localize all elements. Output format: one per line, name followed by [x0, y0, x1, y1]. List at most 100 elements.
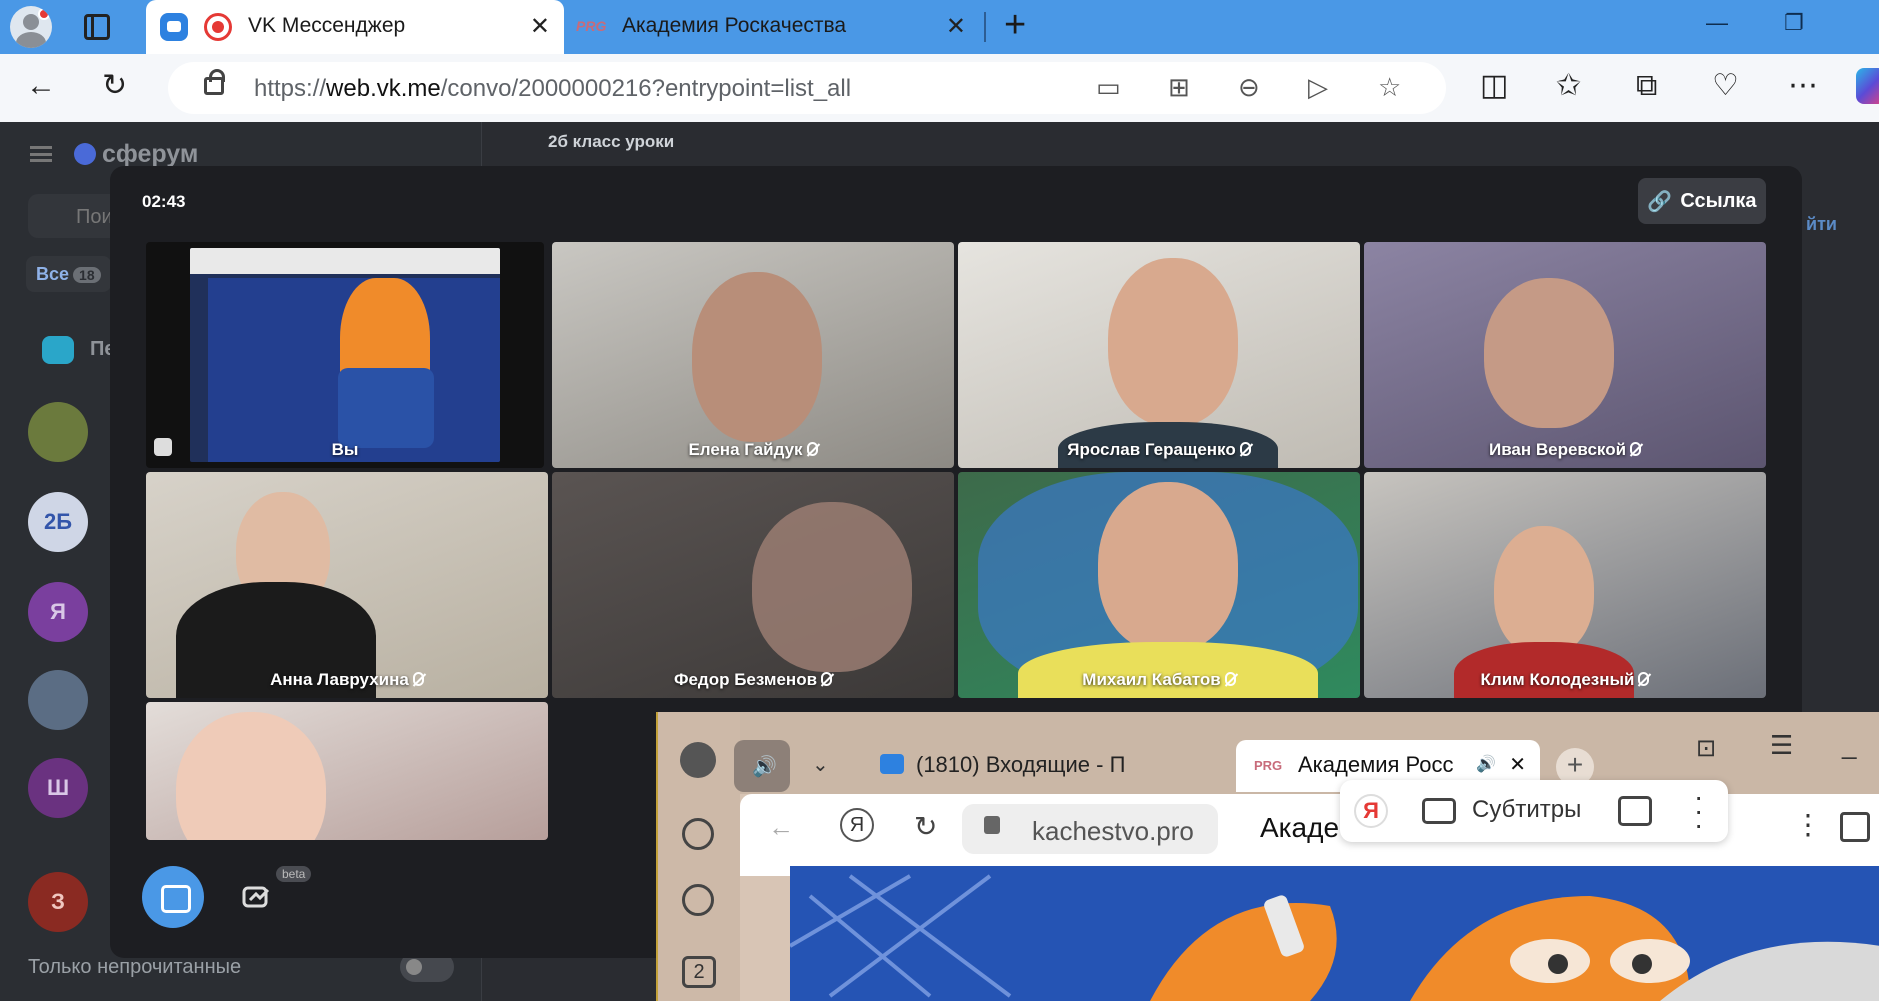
mic-muted-icon	[412, 672, 424, 686]
profile-head	[23, 14, 39, 30]
prg-favicon: PRG	[1254, 758, 1283, 773]
participant-tile[interactable]: Михаил Кабатов	[958, 472, 1360, 698]
participant-video	[1098, 482, 1238, 652]
tab-title: Академия Роскачества	[622, 14, 847, 37]
vk-messenger-favicon	[160, 13, 188, 41]
filter-all[interactable]: Все 18	[26, 256, 111, 292]
speaker-icon: 🔊	[752, 756, 777, 778]
audio-tab-button[interactable]: 🔊	[734, 740, 790, 792]
tab-actions-icon[interactable]	[84, 14, 110, 40]
picture-in-picture-icon[interactable]	[1618, 796, 1652, 826]
profile-shoulders	[16, 32, 46, 48]
chat-title[interactable]: 2б класс уроки	[548, 132, 674, 152]
minimize-icon[interactable]: —	[1706, 10, 1728, 36]
tab-vk-messenger[interactable]: VK Мессенджер ✕	[146, 0, 564, 54]
mic-muted-icon	[1239, 442, 1251, 456]
more-options-icon[interactable]: ⋮	[1794, 808, 1822, 841]
join-link[interactable]: йти	[1806, 214, 1837, 235]
tab-roskachestvo[interactable]: PRG Академия Роскачества ✕	[570, 0, 980, 54]
tab-close-icon[interactable]: ✕	[530, 12, 550, 41]
participant-name: Клим Колодезный	[1364, 670, 1766, 690]
more-menu-icon[interactable]: ⋯	[1788, 68, 1818, 104]
bookmarks-icon[interactable]: ⊡	[1696, 734, 1716, 763]
collections-icon[interactable]: ⧉	[1636, 68, 1657, 104]
back-arrow-icon[interactable]: ←	[768, 812, 794, 843]
yandex-logo-icon[interactable]: Я	[1354, 794, 1388, 828]
read-aloud-icon[interactable]: ▷	[1308, 72, 1328, 103]
participant-tile-self[interactable]: Вы	[146, 242, 544, 468]
tab-mail[interactable]: (1810) Входящие - П	[916, 752, 1125, 778]
url-text[interactable]: https://web.vk.me/convo/2000000216?entry…	[254, 75, 851, 103]
yandex-home-icon[interactable]: Я	[840, 808, 874, 842]
history-icon[interactable]	[682, 818, 714, 850]
recording-icon	[204, 13, 232, 41]
apps-icon[interactable]: ⊞	[1168, 72, 1190, 103]
convo-avatar-ya[interactable]: Я	[28, 582, 88, 642]
browser-essentials-icon[interactable]: ♡	[1712, 68, 1739, 104]
convo-avatar-sh[interactable]: Ш	[28, 758, 88, 818]
split-screen-icon[interactable]: ◫	[1480, 68, 1508, 104]
sferum-logo-icon	[74, 143, 96, 165]
refresh-icon[interactable]: ↻	[914, 810, 937, 843]
menu-icon[interactable]	[30, 146, 52, 162]
pinned-chat-icon	[42, 336, 74, 364]
participant-video	[1484, 278, 1614, 428]
participant-name: Михаил Кабатов	[958, 670, 1360, 690]
unread-only-label: Только непрочитанные	[28, 956, 242, 978]
mic-muted-icon	[1224, 672, 1236, 686]
camera-icon[interactable]: ▭	[1096, 72, 1121, 103]
profile-icon[interactable]	[680, 742, 716, 778]
effects-icon[interactable]	[242, 884, 274, 910]
refresh-icon[interactable]: ↻	[102, 68, 127, 104]
restore-icon[interactable]: ❐	[1784, 10, 1804, 36]
tab-close-icon[interactable]: ✕	[1509, 752, 1526, 777]
tab-close-icon[interactable]: ✕	[946, 12, 966, 41]
window-minimize-icon[interactable]: _	[1842, 730, 1856, 761]
convo-avatar-photo[interactable]	[28, 402, 88, 462]
participant-name: Федор Безменов	[552, 670, 954, 690]
notification-dot	[38, 8, 50, 20]
convo-avatar-2b[interactable]: 2Б	[28, 492, 88, 552]
extensions-icon[interactable]	[1840, 812, 1870, 842]
participant-tile[interactable]	[146, 702, 548, 840]
back-arrow-icon[interactable]: ←	[26, 68, 56, 104]
mic-muted-icon	[1630, 442, 1642, 456]
call-timer: 02:43	[142, 192, 186, 211]
media-player-icon[interactable]	[682, 884, 714, 916]
participant-tile[interactable]: Иван Веревской	[1364, 242, 1766, 468]
screen-share-button[interactable]	[142, 866, 204, 928]
browser-toolbar: ← ↻ https://web.vk.me/convo/2000000216?e…	[0, 54, 1879, 122]
tab-audio-icon[interactable]: 🔊	[1476, 754, 1496, 774]
lock-icon[interactable]	[204, 69, 225, 95]
participant-tile[interactable]: Клим Колодезный	[1364, 472, 1766, 698]
copilot-icon[interactable]	[1856, 68, 1879, 104]
participant-name: Ярослав Геращенко	[958, 440, 1360, 460]
yandex-url-field[interactable]: kachestvo.pro	[962, 804, 1218, 854]
address-bar[interactable]: https://web.vk.me/convo/2000000216?entry…	[168, 62, 1446, 114]
subtitles-icon[interactable]	[1422, 798, 1456, 824]
tab-separator	[984, 12, 986, 42]
call-link-button[interactable]: 🔗 Ссылка	[1638, 178, 1766, 224]
profile-avatar[interactable]	[10, 6, 52, 48]
participant-video	[1494, 526, 1594, 656]
tab-count-badge[interactable]: 2	[682, 956, 716, 988]
participant-tile[interactable]: Елена Гайдук	[552, 242, 954, 468]
tab-dropdown-icon[interactable]: ⌄	[812, 752, 829, 777]
mic-muted-icon	[806, 442, 818, 456]
more-options-icon[interactable]: · · ·	[1694, 783, 1703, 839]
participant-tile[interactable]: Анна Лаврухина	[146, 472, 548, 698]
brand-logo: сферум	[74, 140, 198, 169]
favorite-star-icon[interactable]: ☆	[1378, 72, 1401, 103]
shared-browser-bar	[190, 248, 500, 274]
zoom-out-icon[interactable]: ⊖	[1238, 72, 1260, 103]
subtitles-button[interactable]: Субтитры	[1472, 796, 1581, 824]
convo-avatar-image[interactable]	[28, 670, 88, 730]
convo-avatar-z[interactable]: З	[28, 872, 88, 932]
participant-video	[692, 272, 822, 442]
new-tab-button[interactable]: +	[1004, 4, 1026, 47]
participant-tile[interactable]: Ярослав Геращенко	[958, 242, 1360, 468]
favorites-icon[interactable]: ✩	[1556, 68, 1581, 104]
yandex-menu-icon[interactable]: ☰	[1770, 730, 1793, 761]
prg-favicon: PRG	[576, 18, 607, 34]
participant-tile[interactable]: Федор Безменов	[552, 472, 954, 698]
